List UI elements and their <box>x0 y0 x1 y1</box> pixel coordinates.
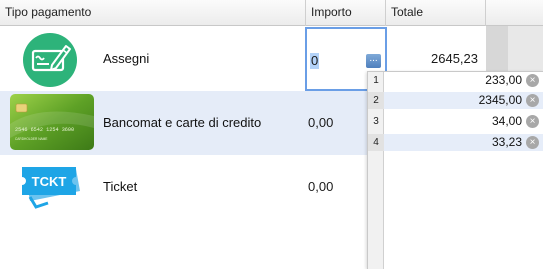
item-index: 1 <box>373 75 379 86</box>
payment-type-label: Bancomat e carte di credito <box>103 115 262 130</box>
payment-table: Tipo pagamento Importo Totale Assegni 26… <box>0 0 543 269</box>
payment-type-label: Assegni <box>103 51 150 66</box>
popup-list-item[interactable]: 2 2345,00 × <box>368 92 543 109</box>
card-holder: CARDHOLDER NAME <box>15 137 47 141</box>
importo-input-value[interactable]: 0 <box>310 53 320 69</box>
popup-list-item[interactable]: 3 34,00 × <box>368 113 543 130</box>
more-button[interactable]: ... <box>366 54 381 68</box>
remove-icon[interactable]: × <box>526 94 539 107</box>
column-header-tipo[interactable]: Tipo pagamento <box>0 0 305 26</box>
item-value: 233,00 <box>485 73 522 87</box>
table-header: Tipo pagamento Importo Totale <box>0 0 543 26</box>
remove-icon[interactable]: × <box>526 136 539 149</box>
remove-icon[interactable]: × <box>526 115 539 128</box>
item-index: 3 <box>373 116 379 127</box>
remove-icon[interactable]: × <box>526 74 539 87</box>
column-header-empty <box>485 0 543 26</box>
payment-type-label: Ticket <box>103 179 138 194</box>
popup-list-item[interactable]: 4 33,23 × <box>368 134 543 151</box>
importo-value[interactable]: 0,00 <box>308 91 333 155</box>
popup-list-item[interactable]: 1 233,00 × <box>368 72 543 89</box>
ticket-icon: TCKT <box>18 161 84 213</box>
item-value: 33,23 <box>491 135 522 149</box>
ticket-text: TCKT <box>32 174 67 189</box>
column-header-totale[interactable]: Totale <box>385 0 485 26</box>
amounts-popup: 1 233,00 × 2 2345,00 × 3 34,00 × 4 33,23… <box>367 71 543 269</box>
item-index: 4 <box>368 134 384 151</box>
item-value: 2345,00 <box>478 93 522 107</box>
credit-card-icon: 2546 6542 1254 3600 CARDHOLDER NAME <box>10 94 94 150</box>
column-header-importo[interactable]: Importo <box>305 0 385 26</box>
item-index: 2 <box>368 92 384 109</box>
importo-value[interactable]: 0,00 <box>308 155 333 219</box>
item-value: 34,00 <box>491 114 522 128</box>
card-number: 2546 6542 1254 3600 <box>15 127 74 133</box>
cheque-icon <box>22 32 78 88</box>
